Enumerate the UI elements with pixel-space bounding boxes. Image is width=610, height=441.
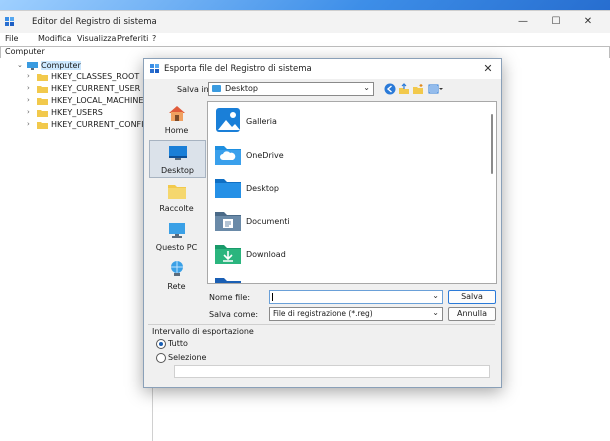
menu-visualizza[interactable]: Visualizza — [77, 34, 116, 43]
filename-label: Nome file: — [209, 293, 251, 302]
place-label: Rete — [167, 282, 186, 291]
gallery-icon — [216, 108, 240, 132]
address-text: Computer — [5, 47, 45, 56]
maximize-button[interactable]: ☐ — [543, 15, 569, 29]
folder-icon — [215, 278, 241, 283]
tree-node-label: HKEY_LOCAL_MACHINE — [51, 96, 144, 105]
list-item[interactable]: Documenti — [212, 206, 472, 236]
places-bar: Home Desktop Raccolte Questo PC Rete — [149, 101, 206, 298]
chevron-right-icon[interactable]: › — [27, 84, 35, 92]
registry-editor-icon — [150, 64, 159, 73]
save-type-select[interactable]: File di registrazione (*.reg) ⌄ — [269, 307, 443, 321]
radio-all-label[interactable]: Tutto — [168, 339, 188, 348]
chevron-right-icon[interactable]: › — [27, 108, 35, 116]
registry-editor-icon — [5, 17, 14, 26]
chevron-right-icon[interactable]: › — [27, 72, 35, 80]
export-range-legend: Intervallo di esportazione — [152, 327, 254, 336]
list-item[interactable]: Download — [212, 239, 472, 269]
registry-tree: ⌄ Computer › HKEY_CLASSES_ROOT › HKEY_CU… — [0, 58, 153, 441]
tree-node-label: HKEY_CURRENT_USER — [51, 84, 141, 93]
title-bar[interactable]: Editor del Registro di sistema — ☐ ✕ — [0, 11, 610, 33]
menu-bar: File Modifica Visualizza Preferiti ? — [0, 33, 610, 46]
documents-folder-icon — [215, 212, 241, 231]
list-item[interactable]: OneDrive — [212, 140, 472, 170]
computer-icon — [169, 223, 185, 238]
list-item-label: OneDrive — [246, 151, 284, 160]
place-this-pc[interactable]: Questo PC — [149, 218, 204, 254]
list-item-label: Desktop — [246, 184, 279, 193]
list-item-label: Download — [246, 250, 286, 259]
menu-preferiti[interactable]: Preferiti — [117, 34, 148, 43]
chevron-down-icon[interactable]: ⌄ — [17, 61, 25, 69]
minimize-button[interactable]: — — [510, 15, 536, 29]
up-folder-icon[interactable] — [398, 83, 410, 95]
libraries-icon — [168, 185, 186, 199]
folder-icon — [37, 122, 48, 129]
tree-node-label: HKEY_CURRENT_CONFIG — [51, 120, 150, 129]
chevron-down-icon[interactable]: ⌄ — [432, 291, 439, 300]
chevron-down-icon: ⌄ — [363, 83, 370, 92]
list-item-label: Documenti — [246, 217, 290, 226]
place-label: Home — [164, 126, 189, 135]
save-type-label: Salva come: — [209, 310, 259, 319]
computer-icon — [27, 62, 38, 70]
file-list[interactable]: Galleria OneDrive Desktop Documenti Down… — [207, 101, 497, 284]
place-label: Desktop — [161, 166, 194, 175]
menu-modifica[interactable]: Modifica — [38, 34, 71, 43]
filename-input[interactable]: ⌄ — [269, 290, 443, 304]
selected-branch-input[interactable] — [174, 365, 490, 378]
view-menu-icon[interactable] — [428, 83, 444, 95]
look-in-label: Salva in: — [177, 85, 212, 94]
place-label: Questo PC — [155, 243, 198, 252]
text-caret — [272, 293, 273, 301]
place-label: Raccolte — [159, 204, 194, 213]
list-item[interactable] — [212, 272, 472, 283]
list-item-label: Galleria — [246, 117, 277, 126]
cancel-button[interactable]: Annulla — [448, 307, 496, 321]
chevron-down-icon: ⌄ — [432, 308, 439, 317]
chevron-right-icon[interactable]: › — [27, 120, 35, 128]
home-icon — [169, 106, 185, 121]
tree-node-label: Computer — [41, 61, 81, 70]
export-dialog: Esporta file del Registro di sistema ✕ S… — [143, 58, 502, 388]
download-folder-icon — [215, 245, 241, 264]
window-title: Editor del Registro di sistema — [32, 17, 157, 27]
folder-icon — [37, 110, 48, 117]
radio-selection-label[interactable]: Selezione — [168, 353, 206, 362]
place-network[interactable]: Rete — [149, 257, 204, 293]
back-icon[interactable] — [384, 83, 396, 95]
tree-node-label: HKEY_CLASSES_ROOT — [51, 72, 140, 81]
close-button[interactable]: ✕ — [575, 15, 601, 29]
folder-icon — [37, 74, 48, 81]
chevron-right-icon[interactable]: › — [27, 96, 35, 104]
tree-node-label: HKEY_USERS — [51, 108, 103, 117]
export-range-group: Intervallo di esportazione Tutto Selezio… — [148, 324, 495, 383]
dialog-title-bar[interactable]: Esporta file del Registro di sistema ✕ — [144, 59, 501, 79]
list-item[interactable]: Desktop — [212, 173, 472, 203]
list-item[interactable]: Galleria — [212, 106, 472, 136]
menu-help[interactable]: ? — [152, 34, 156, 43]
place-desktop[interactable]: Desktop — [149, 140, 206, 178]
save-button[interactable]: Salva — [448, 290, 496, 304]
place-home[interactable]: Home — [149, 101, 204, 137]
scrollbar-thumb[interactable] — [491, 114, 493, 174]
look-in-value: Desktop — [225, 84, 258, 93]
folder-icon — [37, 86, 48, 93]
desktop-icon — [169, 146, 187, 160]
onedrive-folder-icon — [215, 146, 241, 165]
dialog-title: Esporta file del Registro di sistema — [164, 64, 312, 74]
desktop-icon — [212, 85, 221, 92]
new-folder-icon[interactable] — [412, 83, 424, 95]
folder-icon — [37, 98, 48, 105]
save-type-value: File di registrazione (*.reg) — [273, 309, 373, 318]
network-icon — [171, 261, 183, 276]
place-libraries[interactable]: Raccolte — [149, 179, 204, 215]
menu-file[interactable]: File — [5, 34, 18, 43]
look-in-dropdown[interactable]: Desktop ⌄ — [208, 82, 374, 96]
desktop-folder-icon — [215, 179, 241, 198]
radio-all[interactable] — [156, 339, 166, 349]
radio-selection[interactable] — [156, 353, 166, 363]
dialog-close-button[interactable]: ✕ — [481, 62, 495, 76]
